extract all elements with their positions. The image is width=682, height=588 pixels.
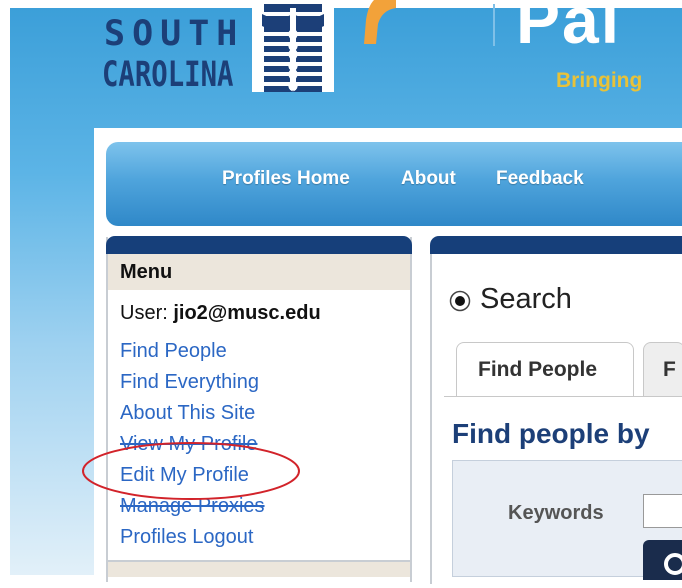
magnifier-icon — [664, 553, 682, 575]
tab-next-label[interactable]: F — [663, 358, 676, 382]
search-heading: Search — [480, 283, 572, 315]
highlight-oval — [82, 442, 300, 500]
top-nav-bar — [106, 142, 682, 226]
brand-divider — [493, 4, 495, 46]
user-prefix: User: — [120, 302, 174, 324]
nav-profiles-home[interactable]: Profiles Home — [222, 168, 350, 190]
menu-link-about-site[interactable]: About This Site — [120, 402, 255, 425]
tab-divider — [444, 396, 682, 397]
search-radio-icon[interactable] — [449, 290, 471, 312]
menu-link-find-people[interactable]: Find People — [120, 340, 227, 363]
orange-brand-mark-icon — [364, 0, 396, 44]
search-panel-top-bar — [430, 236, 682, 254]
logo-south-text: SOUTH — [104, 14, 245, 54]
menu-link-logout[interactable]: Profiles Logout — [120, 526, 253, 549]
find-people-heading: Find people by — [452, 418, 650, 449]
brand-tagline: Bringing — [556, 69, 643, 92]
menu-link-find-everything[interactable]: Find Everything — [120, 371, 259, 394]
user-email: jio2@musc.edu — [173, 302, 321, 324]
search-button[interactable] — [643, 540, 682, 580]
nav-feedback[interactable]: Feedback — [496, 168, 584, 190]
nav-about[interactable]: About — [401, 168, 456, 190]
keywords-input[interactable] — [643, 494, 682, 528]
current-user: User: jio2@musc.edu — [120, 302, 321, 325]
brand-title: Pal — [516, 0, 622, 57]
keywords-label: Keywords — [508, 502, 604, 524]
menu-title: Menu — [120, 261, 173, 283]
menu-next-section-header — [108, 560, 410, 577]
caduceus-seal-icon — [252, 0, 334, 92]
logo-carolina-text: CAROLINA — [102, 55, 234, 95]
menu-panel-top-bar — [106, 236, 412, 254]
tab-find-people-label[interactable]: Find People — [478, 358, 597, 382]
